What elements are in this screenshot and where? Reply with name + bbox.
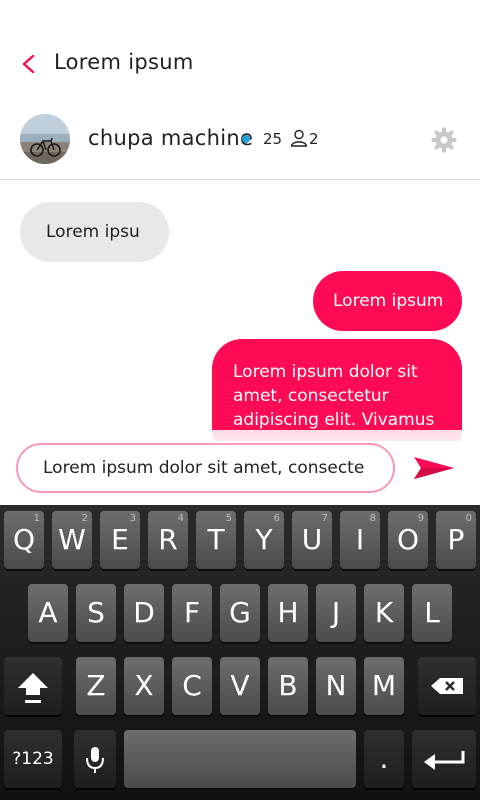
key-s[interactable]: S: [76, 584, 116, 642]
key-hint: 2: [81, 513, 88, 524]
key-hint: 7: [321, 513, 328, 524]
key-p[interactable]: P0: [436, 511, 476, 569]
back-button[interactable]: [14, 50, 42, 78]
key-o[interactable]: O9: [388, 511, 428, 569]
key-label: O: [396, 523, 420, 556]
key-a[interactable]: A: [28, 584, 68, 642]
soft-keyboard: Q1 W2 E3 R4 T5 Y6 U7 I8 O9 P0 A S D F G …: [0, 505, 480, 800]
chevron-left-icon: [22, 54, 35, 74]
send-button[interactable]: [412, 451, 456, 485]
key-hint: 4: [177, 513, 184, 524]
microphone-icon: [86, 747, 104, 773]
key-hint: 3: [129, 513, 136, 524]
key-x[interactable]: X: [124, 657, 164, 715]
top-bar: Lorem ipsum: [0, 0, 480, 110]
key-label: E: [111, 523, 129, 556]
key-label: U: [301, 523, 323, 556]
key-hint: 6: [273, 513, 280, 524]
bicycle-photo: [20, 114, 70, 164]
period-key[interactable]: .: [364, 730, 404, 788]
key-u[interactable]: U7: [292, 511, 332, 569]
key-label: Y: [255, 523, 273, 556]
space-key[interactable]: [124, 730, 356, 788]
backspace-icon: [431, 678, 463, 694]
key-label: R: [158, 523, 178, 556]
backspace-key[interactable]: [418, 657, 476, 715]
key-b[interactable]: B: [268, 657, 308, 715]
key-label: Q: [12, 523, 36, 556]
key-q[interactable]: Q1: [4, 511, 44, 569]
shift-key[interactable]: [4, 657, 62, 715]
key-k[interactable]: K: [364, 584, 404, 642]
key-label: T: [207, 523, 225, 556]
key-h[interactable]: H: [268, 584, 308, 642]
key-label: I: [355, 523, 365, 556]
message-input[interactable]: Lorem ipsum dolor sit amet, consecte: [16, 443, 395, 493]
key-d[interactable]: D: [124, 584, 164, 642]
message-list[interactable]: Lorem ipsu Lorem ipsum Lorem ipsum dolor…: [0, 181, 480, 441]
key-r[interactable]: R4: [148, 511, 188, 569]
microphone-key[interactable]: [74, 730, 116, 788]
channel-name[interactable]: chupa machine: [88, 126, 253, 150]
key-hint: 5: [225, 513, 232, 524]
key-hint: 8: [369, 513, 376, 524]
key-j[interactable]: J: [316, 584, 356, 642]
key-hint: 0: [465, 513, 472, 524]
channel-header: chupa machine 25 2: [0, 110, 480, 180]
person-icon: [289, 128, 309, 148]
key-n[interactable]: N: [316, 657, 356, 715]
key-t[interactable]: T5: [196, 511, 236, 569]
online-dot-icon: [242, 135, 250, 143]
key-l[interactable]: L: [412, 584, 452, 642]
gear-icon: [431, 127, 457, 153]
member-count: 2: [309, 130, 319, 148]
key-z[interactable]: Z: [76, 657, 116, 715]
key-y[interactable]: Y6: [244, 511, 284, 569]
key-e[interactable]: E3: [100, 511, 140, 569]
outgoing-message[interactable]: Lorem ipsum: [313, 271, 462, 331]
key-f[interactable]: F: [172, 584, 212, 642]
key-label: W: [58, 523, 86, 556]
key-g[interactable]: G: [220, 584, 260, 642]
outgoing-message[interactable]: Lorem ipsum dolor sit amet, consectetur …: [212, 339, 462, 441]
symbols-key[interactable]: ?123: [4, 730, 62, 788]
key-m[interactable]: M: [364, 657, 404, 715]
avatar[interactable]: [20, 114, 70, 164]
message-count: 25: [263, 130, 283, 148]
key-i[interactable]: I8: [340, 511, 380, 569]
settings-button[interactable]: [430, 126, 458, 154]
key-hint: 1: [33, 513, 40, 524]
key-hint: 9: [417, 513, 424, 524]
key-v[interactable]: V: [220, 657, 260, 715]
key-w[interactable]: W2: [52, 511, 92, 569]
key-c[interactable]: C: [172, 657, 212, 715]
key-label: P: [447, 523, 465, 556]
page-title: Lorem ipsum: [54, 50, 194, 74]
enter-key[interactable]: [412, 730, 476, 788]
shift-icon: [18, 673, 48, 703]
send-icon: [414, 457, 454, 479]
incoming-message[interactable]: Lorem ipsu: [20, 202, 169, 262]
enter-icon: [424, 751, 465, 770]
